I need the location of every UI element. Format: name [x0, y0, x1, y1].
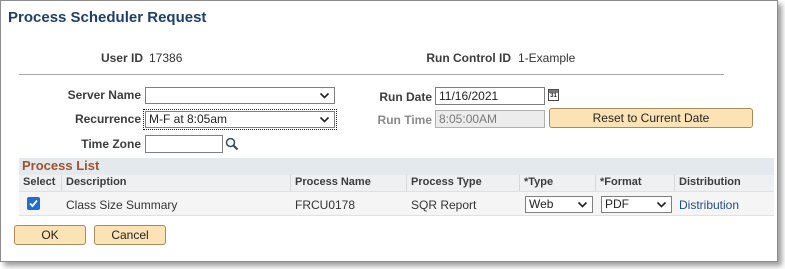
- cancel-button[interactable]: Cancel: [94, 225, 166, 245]
- select-checkbox[interactable]: [27, 197, 40, 210]
- server-name-label: Server Name: [67, 88, 141, 102]
- process-list-column-headers: Select Description Process Name Process …: [19, 175, 774, 191]
- chevron-down-icon: [656, 201, 667, 208]
- calendar-icon[interactable]: 31: [548, 89, 559, 101]
- type-select[interactable]: Web: [525, 196, 593, 213]
- time-zone-label: Time Zone: [81, 137, 141, 151]
- user-id-value: 17386: [149, 51, 183, 65]
- row-description: Class Size Summary: [66, 198, 178, 212]
- checkmark-icon: [29, 199, 38, 208]
- chevron-down-icon: [577, 201, 588, 208]
- column-process-name: Process Name: [295, 176, 371, 188]
- row-process-type: SQR Report: [411, 198, 477, 212]
- calendar-icon-day: 31: [550, 93, 557, 99]
- reset-to-current-date-button[interactable]: Reset to Current Date: [549, 108, 753, 128]
- column-process-type: Process Type: [411, 176, 482, 188]
- run-control-value: 1-Example: [518, 51, 576, 65]
- header-divider: [19, 74, 724, 75]
- distribution-link[interactable]: Distribution: [679, 198, 739, 212]
- column-format: *Format: [600, 176, 642, 188]
- column-distribution: Distribution: [679, 176, 741, 188]
- format-value: PDF: [605, 197, 629, 211]
- column-divider: [290, 175, 291, 191]
- recurrence-select[interactable]: M-F at 8:05am: [143, 109, 337, 130]
- page-title: Process Scheduler Request: [8, 9, 207, 26]
- column-select: Select: [23, 176, 56, 188]
- column-description: Description: [66, 176, 127, 188]
- user-id-label: User ID: [100, 51, 143, 65]
- table-row: Class Size Summary FRCU0178 SQR Report W…: [19, 191, 774, 216]
- column-divider: [674, 175, 675, 191]
- format-select[interactable]: PDF: [601, 196, 672, 213]
- column-type: *Type: [524, 176, 554, 188]
- run-time-input: 8:05:00AM: [435, 110, 545, 128]
- process-list-header: Process List: [19, 158, 774, 175]
- run-date-input[interactable]: 11/16/2021: [435, 87, 545, 105]
- row-process-name: FRCU0178: [295, 198, 356, 212]
- chevron-down-icon: [319, 116, 330, 123]
- process-list-title: Process List: [22, 158, 100, 173]
- run-date-label: Run Date: [379, 90, 432, 104]
- server-name-select[interactable]: [145, 87, 335, 104]
- run-time-label: Run Time: [377, 113, 432, 127]
- recurrence-label: Recurrence: [74, 112, 141, 126]
- column-divider: [61, 175, 62, 191]
- chevron-down-icon: [319, 92, 330, 99]
- time-zone-input[interactable]: [145, 135, 223, 153]
- column-divider: [519, 175, 520, 191]
- column-divider: [406, 175, 407, 191]
- recurrence-value: M-F at 8:05am: [149, 112, 228, 126]
- type-value: Web: [529, 197, 554, 211]
- run-control-label: Run Control ID: [426, 51, 511, 65]
- column-divider: [595, 175, 596, 191]
- ok-button[interactable]: OK: [14, 225, 86, 245]
- magnifier-icon[interactable]: [225, 137, 239, 151]
- process-scheduler-dialog: Process Scheduler Request User ID 17386 …: [0, 0, 778, 262]
